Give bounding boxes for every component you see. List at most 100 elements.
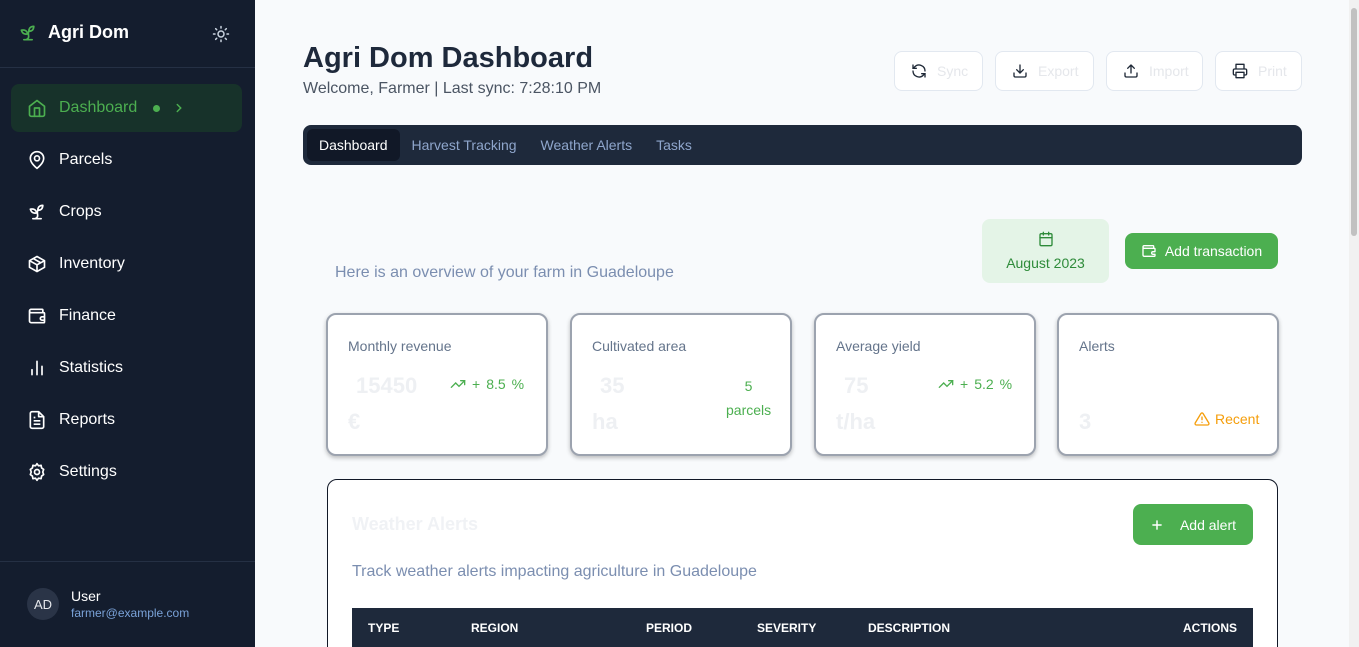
tab-tasks[interactable]: Tasks	[644, 129, 704, 161]
sidebar-item-inventory[interactable]: Inventory	[11, 240, 242, 288]
parcel-count-value: 5	[744, 378, 753, 394]
column-header-period[interactable]: PERIOD	[646, 621, 692, 635]
user-name: User	[71, 588, 101, 604]
sidebar-item-reports[interactable]: Reports	[11, 396, 242, 444]
calendar-icon	[1038, 231, 1053, 247]
plus-icon	[1152, 519, 1162, 530]
trend-sign: +	[472, 376, 481, 392]
stat-title: Monthly revenue	[348, 338, 452, 354]
add-transaction-button[interactable]: Add transaction	[1125, 233, 1278, 269]
warning-icon	[1194, 412, 1210, 426]
stat-unit: t/ha	[836, 409, 876, 434]
column-header-description[interactable]: DESCRIPTION	[868, 621, 950, 635]
sidebar-item-dashboard[interactable]: Dashboard	[11, 84, 242, 132]
trend-indicator: + 5.2 %	[938, 376, 1012, 392]
add-alert-button[interactable]: Add alert	[1133, 504, 1253, 545]
sidebar-item-statistics[interactable]: Statistics	[11, 344, 242, 392]
tab-harvest-tracking[interactable]: Harvest Tracking	[400, 129, 529, 161]
sidebar-item-crops[interactable]: Crops	[11, 188, 242, 236]
printer-icon	[1232, 63, 1248, 79]
parcel-count-label: parcels	[726, 402, 772, 418]
panel-title: Weather Alerts	[352, 514, 479, 534]
tab-dashboard[interactable]: Dashboard	[307, 129, 400, 161]
add-alert-label: Add alert	[1179, 516, 1237, 533]
trend-value: 5.2	[974, 376, 994, 392]
overview-text: Here is an overview of your farm in Guad…	[335, 264, 674, 281]
active-indicator-dot	[153, 104, 161, 112]
settings-icon	[29, 462, 45, 482]
sprout-icon	[29, 204, 44, 220]
stat-card-area[interactable]: Cultivated area 35 ha 5 parcels	[570, 313, 792, 456]
page-scrollbar[interactable]	[1349, 0, 1359, 647]
user-email: farmer@example.com	[71, 606, 190, 620]
user-profile[interactable]: AD User farmer@example.com	[27, 588, 189, 620]
trending-up-icon	[450, 380, 466, 388]
column-header-region[interactable]: REGION	[471, 621, 518, 635]
trend-value: 8.5	[486, 376, 506, 392]
refresh-icon	[912, 64, 926, 78]
sync-label: Sync	[937, 63, 969, 79]
bar-chart-icon	[31, 360, 43, 376]
import-button[interactable]: Import	[1106, 51, 1203, 91]
sidebar: Agri Dom Dashboard Parcels Crops Invento…	[0, 0, 255, 647]
stat-card-revenue[interactable]: Monthly revenue 15450 € + 8.5 %	[326, 313, 548, 456]
tab-bar: Dashboard Harvest Tracking Weather Alert…	[303, 125, 1302, 165]
trend-unit: %	[999, 376, 1013, 392]
trend-indicator: + 8.5 %	[450, 376, 524, 392]
scrollbar-thumb[interactable]	[1351, 8, 1357, 236]
stat-title: Average yield	[836, 338, 921, 354]
import-label: Import	[1149, 63, 1189, 79]
sprout-logo-icon	[20, 25, 35, 41]
map-pin-icon	[29, 150, 45, 170]
month-selector[interactable]: August 2023	[982, 219, 1109, 283]
wallet-icon	[1142, 245, 1156, 257]
file-text-icon	[29, 410, 45, 430]
brand[interactable]: Agri Dom	[18, 22, 129, 43]
sync-button[interactable]: Sync	[894, 51, 983, 91]
month-label: August 2023	[1006, 255, 1085, 271]
print-button[interactable]: Print	[1215, 51, 1302, 91]
recent-badge: Recent	[1194, 411, 1259, 427]
stat-value: 35	[600, 373, 625, 398]
stat-card-alerts[interactable]: Alerts 3 Recent	[1057, 313, 1279, 456]
download-icon	[1013, 64, 1027, 78]
sidebar-item-parcels[interactable]: Parcels	[11, 136, 242, 184]
theme-toggle-button[interactable]	[211, 24, 231, 44]
add-transaction-label: Add transaction	[1164, 243, 1263, 259]
stat-unit: €	[348, 409, 361, 434]
avatar: AD	[27, 588, 59, 620]
trend-unit: %	[511, 376, 525, 392]
parcel-count: 5 parcels	[726, 374, 771, 422]
page-subtitle: Welcome, Farmer | Last sync: 7:28:10 PM	[303, 80, 602, 97]
tab-weather-alerts[interactable]: Weather Alerts	[529, 129, 645, 161]
trending-up-icon	[938, 380, 954, 388]
sidebar-item-finance[interactable]: Finance	[11, 292, 242, 340]
sidebar-item-label: Settings	[59, 463, 117, 480]
home-icon	[28, 99, 46, 118]
stat-title: Cultivated area	[592, 338, 687, 354]
page-title: Agri Dom Dashboard	[303, 42, 594, 74]
sidebar-item-label: Statistics	[59, 359, 124, 376]
sidebar-divider-bottom	[0, 561, 255, 562]
panel-subtitle: Track weather alerts impacting agricultu…	[352, 563, 757, 580]
sidebar-item-label: Parcels	[59, 151, 113, 168]
export-button[interactable]: Export	[995, 51, 1094, 91]
sidebar-nav: Dashboard Parcels Crops Inventory Financ…	[11, 84, 242, 500]
stat-card-yield[interactable]: Average yield 75 t/ha + 5.2 %	[814, 313, 1036, 456]
wallet-icon	[28, 308, 46, 324]
stat-unit: ha	[592, 409, 618, 434]
stat-value: 75	[844, 373, 869, 398]
trend-sign: +	[960, 376, 969, 392]
sidebar-item-label: Finance	[59, 307, 116, 324]
column-header-type[interactable]: TYPE	[368, 621, 399, 635]
package-icon	[28, 255, 46, 273]
print-label: Print	[1258, 63, 1287, 79]
column-header-actions: ACTIONS	[1183, 621, 1237, 635]
sidebar-item-settings[interactable]: Settings	[11, 448, 242, 496]
column-header-severity[interactable]: SEVERITY	[757, 621, 816, 635]
chevron-right-icon	[176, 103, 183, 113]
weather-alerts-panel: Weather Alerts Track weather alerts impa…	[327, 479, 1278, 647]
sidebar-divider-top	[0, 67, 255, 68]
brand-title: Agri Dom	[48, 22, 129, 42]
sidebar-item-label: Inventory	[59, 255, 125, 272]
